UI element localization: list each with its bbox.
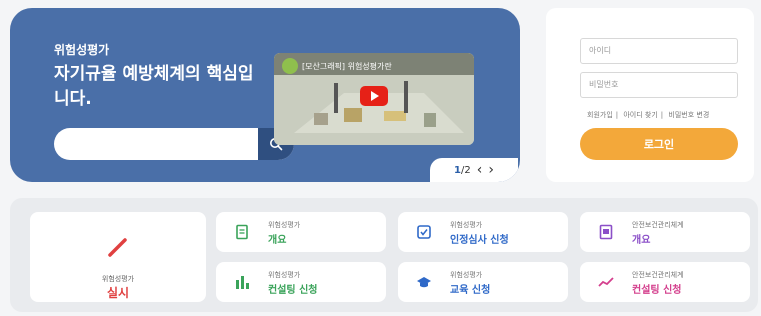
search-input[interactable] xyxy=(66,134,256,154)
hero-title: 자기규율 예방체계의 핵심입니다. xyxy=(54,64,254,109)
card-safety-system-consulting[interactable]: 안전보건관리체계 컨설팅 신청 xyxy=(580,262,750,302)
document-icon xyxy=(236,224,248,240)
card-line1: 위험성평가 xyxy=(450,271,483,279)
pager-current: 1 xyxy=(454,164,461,176)
card-line1: 안전보건관리체계 xyxy=(632,271,684,279)
service-cards: 위험성평가 실시 위험성평가 개요 위험성평가 인정심사 신청 안전보건관리체계… xyxy=(10,198,758,312)
login-button[interactable]: 로그인 xyxy=(580,128,738,160)
card-line2: 교육 신청 xyxy=(450,285,491,296)
card-line1: 안전보건관리체계 xyxy=(632,221,684,229)
video-player[interactable]: [모산그래픽] 위험성평가란 xyxy=(274,53,474,145)
card-assessment-consulting[interactable]: 위험성평가 컨설팅 신청 xyxy=(216,262,386,302)
card-assessment-overview[interactable]: 위험성평가 개요 xyxy=(216,212,386,252)
channel-avatar xyxy=(282,58,298,74)
document-list-icon xyxy=(599,224,613,240)
trend-line-icon xyxy=(598,277,614,287)
user-id-field[interactable]: 아이디 xyxy=(580,38,738,64)
card-line1: 위험성평가 xyxy=(268,221,301,229)
card-assessment-conduct[interactable]: 위험성평가 실시 xyxy=(30,212,206,302)
graduation-cap-icon xyxy=(417,277,431,288)
card-line1: 위험성평가 xyxy=(450,221,483,229)
card-certification-request[interactable]: 위험성평가 인정심사 신청 xyxy=(398,212,568,252)
card-line2: 개요 xyxy=(268,235,287,246)
pencil-icon xyxy=(108,238,127,257)
login-panel: 아이디 비밀번호 회원가입 | 아이디 찾기 | 비밀번호 변경 로그인 xyxy=(546,8,754,182)
card-education-request[interactable]: 위험성평가 교육 신청 xyxy=(398,262,568,302)
next-slide-button[interactable]: › xyxy=(488,162,494,178)
play-icon[interactable] xyxy=(360,86,388,106)
card-line2: 컨설팅 신청 xyxy=(268,285,318,296)
signup-link[interactable]: 회원가입 xyxy=(587,111,613,119)
checklist-icon xyxy=(417,225,431,239)
hero-banner: 위험성평가 자기규율 예방체계의 핵심입니다. [모산그래픽] 위험성평가란 1… xyxy=(10,8,520,182)
change-password-link[interactable]: 비밀번호 변경 xyxy=(668,111,709,119)
slide-pager: 1/2 ‹ › xyxy=(430,158,518,182)
card-line2: 인정심사 신청 xyxy=(450,235,509,246)
bar-chart-icon xyxy=(236,276,249,289)
search-box xyxy=(54,128,294,160)
page: 위험성평가 자기규율 예방체계의 핵심입니다. [모산그래픽] 위험성평가란 1… xyxy=(0,0,761,316)
card-line1: 위험성평가 xyxy=(268,271,301,279)
find-id-link[interactable]: 아이디 찾기 xyxy=(623,111,657,119)
card-safety-system-overview[interactable]: 안전보건관리체계 개요 xyxy=(580,212,750,252)
hero-subtitle: 위험성평가 xyxy=(54,43,110,57)
card-line2: 실시 xyxy=(106,286,130,300)
video-title: [모산그래픽] 위험성평가란 xyxy=(302,62,392,71)
prev-slide-button[interactable]: ‹ xyxy=(477,162,483,178)
password-field[interactable]: 비밀번호 xyxy=(580,72,738,98)
account-links: 회원가입 | 아이디 찾기 | 비밀번호 변경 xyxy=(587,111,710,119)
card-line2: 개요 xyxy=(632,235,651,246)
pager-total: /2 xyxy=(461,164,471,176)
card-line1: 위험성평가 xyxy=(101,275,135,283)
card-line2: 컨설팅 신청 xyxy=(632,285,682,296)
